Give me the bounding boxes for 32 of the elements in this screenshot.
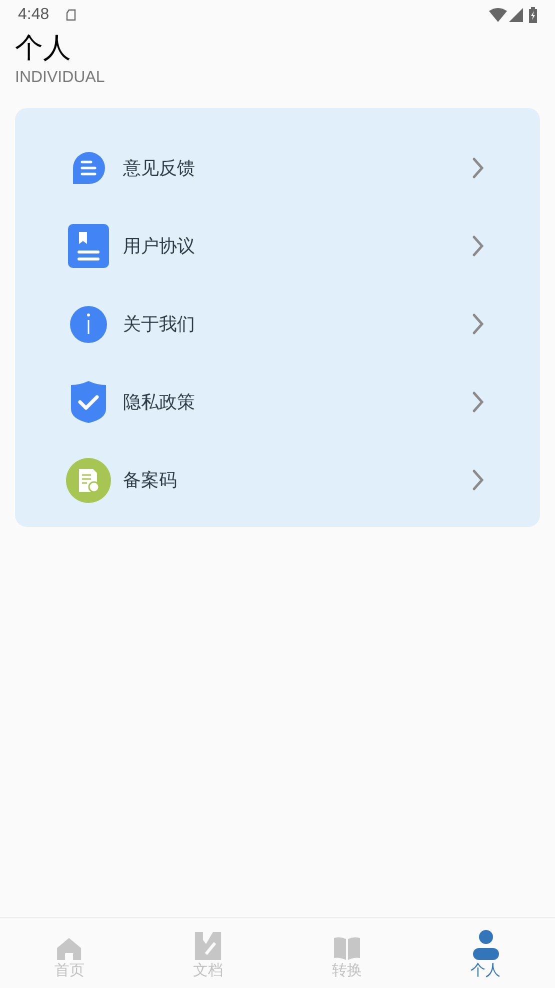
chevron-right-icon xyxy=(472,157,484,179)
menu-label: 备案码 xyxy=(123,468,178,492)
menu-item[interactable]: 隐私政策 xyxy=(15,363,540,441)
battery-icon xyxy=(529,7,537,23)
home-icon xyxy=(57,938,82,960)
menu-item[interactable]: 关于我们 xyxy=(15,285,540,363)
menu-item[interactable]: 用户协议 xyxy=(15,207,540,285)
document-icon xyxy=(68,224,109,268)
tab[interactable]: 个人 xyxy=(416,918,555,988)
menu-label: 用户协议 xyxy=(123,234,196,258)
document-search-icon xyxy=(66,458,111,502)
menu-label: 意见反馈 xyxy=(123,156,196,180)
chevron-right-icon xyxy=(472,235,484,257)
chat-icon xyxy=(70,152,106,184)
menu-label: 关于我们 xyxy=(123,312,196,336)
chevron-right-icon xyxy=(472,313,484,335)
status-time: 4:48 xyxy=(18,5,50,25)
book-icon xyxy=(334,936,360,960)
wifi-icon xyxy=(489,8,507,22)
chevron-right-icon xyxy=(472,469,484,491)
menu-item[interactable]: 备案码 xyxy=(15,441,540,519)
person-icon xyxy=(472,930,499,960)
chevron-right-icon xyxy=(472,391,484,413)
menu-item[interactable]: 意见反馈 xyxy=(15,129,540,207)
clipboard-icon xyxy=(65,9,78,21)
page-subtitle: INDIVIDUAL xyxy=(15,68,106,88)
menu-label: 隐私政策 xyxy=(123,390,196,414)
signal-icon xyxy=(509,8,523,22)
document-pen-icon xyxy=(195,932,222,960)
info-icon xyxy=(70,306,107,342)
shield-check-icon xyxy=(71,381,106,423)
page-title: 个人 xyxy=(15,31,72,65)
